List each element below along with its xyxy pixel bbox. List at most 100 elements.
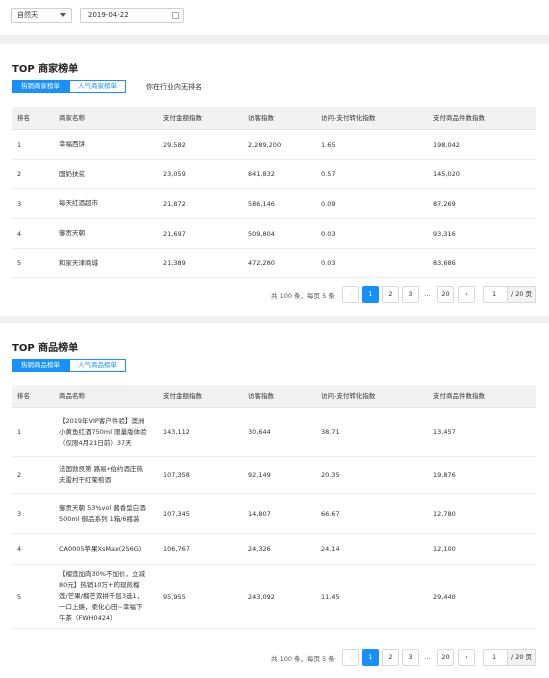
- cell-text: 3: [17, 509, 22, 518]
- page-jump-input[interactable]: 1: [483, 649, 508, 666]
- cell-rank: 1: [17, 408, 21, 456]
- calendar-icon[interactable]: [172, 12, 179, 19]
- column-header-rank: 排名: [17, 392, 30, 400]
- cell-pay-amount: 21,872: [163, 189, 186, 218]
- cell-text: 4: [17, 229, 22, 238]
- cell-text: 4: [17, 545, 22, 553]
- cell-visitors: 24,326: [248, 534, 271, 564]
- cell-item-count: 19,876: [433, 457, 456, 493]
- cell-visitors: 509,804: [248, 219, 275, 248]
- cell-text: 106,767: [163, 545, 190, 553]
- cell-text: 12,780: [433, 509, 456, 518]
- table-row[interactable]: 3 每天红酒超市 21,872 586,146 0.09 87,269: [12, 189, 536, 219]
- cell-rank: 2: [17, 457, 21, 493]
- table-row[interactable]: 4 御贡天朝 21,697 509,804 0.03 93,316: [12, 219, 536, 249]
- column-header-conversion: 访问-支付转化指数: [321, 114, 376, 122]
- cell-name: 幸福西饼: [59, 130, 85, 159]
- cell-item-count: 198,042: [433, 130, 460, 159]
- period-select[interactable]: 自然天: [11, 8, 72, 23]
- cell-text: 145,020: [433, 170, 460, 178]
- cell-name: 法国勃艮第 路易•伯约酒庄热 夫雷村干红葡萄酒: [59, 457, 143, 493]
- cell-text: 30,644: [248, 428, 271, 436]
- table-row[interactable]: 4 CA0005苹果XsMax(256G) 106,767 24,326 24.14 12…: [12, 534, 536, 565]
- period-select-value: 自然天: [17, 11, 38, 19]
- cell-rank: 2: [17, 160, 21, 188]
- cell-text: 11.45: [321, 592, 340, 601]
- table-row[interactable]: 1 幸福西饼 29,582 2,289,200 1.65 198,042: [12, 130, 536, 160]
- cell-text: 0.57: [321, 170, 336, 178]
- cell-visitors: 2,289,200: [248, 130, 281, 159]
- chevron-left-icon[interactable]: ‹: [342, 649, 359, 666]
- cell-name: CA0005苹果XsMax(256G): [59, 534, 141, 564]
- cell-name: 每天红酒超市: [59, 189, 98, 218]
- cell-text: 0.09: [321, 199, 336, 208]
- product-pagination: 共 100 条，每页 5 条 ‹ 1 2 3... 20 › 1/ 20 页: [12, 649, 536, 666]
- tab-hot-merchants[interactable]: 热销商家榜单: [12, 80, 69, 93]
- cell-text: CA0005苹果XsMax(256G): [59, 544, 142, 553]
- cell-pay-amount: 23,059: [163, 160, 186, 188]
- cell-name: 御贡天朝: [59, 219, 85, 248]
- cell-name: 和家天津商城: [59, 249, 98, 277]
- cell-rank: 4: [17, 534, 21, 564]
- page-button-last[interactable]: 20: [437, 649, 454, 666]
- chevron-left-icon[interactable]: ‹: [342, 286, 359, 303]
- page-button-3[interactable]: 3: [402, 286, 419, 303]
- cell-text: 472,280: [248, 259, 275, 267]
- cell-rank: 1: [17, 130, 21, 159]
- pagination-total: 共 100 条，每页 5 条: [271, 655, 335, 663]
- cell-text: 107,358: [163, 471, 190, 479]
- cell-text: 3: [17, 199, 22, 208]
- cell-text: 92,149: [248, 471, 271, 479]
- cell-text: 198,042: [433, 140, 460, 149]
- cell-conversion: 38.71: [321, 408, 340, 456]
- rank-note: 你在行业内无排名: [146, 83, 202, 91]
- table-row[interactable]: 1 【2019年VIP客户件验】澳洲 小黄鱼红酒750ml 限量版体验 （仅限4月…: [12, 408, 536, 457]
- page-button-3[interactable]: 3: [402, 649, 419, 666]
- tab-hot-products[interactable]: 热销商品榜单: [12, 359, 69, 372]
- tab-popular-merchants[interactable]: 人气商家榜单: [69, 80, 126, 93]
- page-button-1[interactable]: 1: [362, 286, 379, 303]
- cell-text: 29,440: [433, 592, 456, 601]
- cell-text: 0.03: [321, 259, 336, 267]
- cell-rank: 5: [17, 565, 21, 628]
- table-row[interactable]: 2 国奶扶贫 23,059 841,832 0.57 145,020: [12, 160, 536, 189]
- date-picker[interactable]: 2019-04-22: [80, 8, 184, 23]
- table-row[interactable]: 2 法国勃艮第 路易•伯约酒庄热 夫雷村干红葡萄酒 107,358 92,149 20.…: [12, 457, 536, 494]
- column-header-item-count: 支付商品件数指数: [433, 114, 485, 122]
- merchant-pagination: 共 100 条，每页 5 条 ‹ 1 2 3... 20 › 1/ 20 页: [12, 286, 536, 303]
- merchant-tabs: 热销商家榜单 人气商家榜单: [12, 80, 126, 93]
- page-button-2[interactable]: 2: [382, 286, 399, 303]
- cell-rank: 5: [17, 249, 21, 277]
- page-button-last[interactable]: 20: [437, 286, 454, 303]
- cell-text: 幸福西饼: [59, 140, 85, 148]
- cell-pay-amount: 29,582: [163, 130, 186, 159]
- cell-pay-amount: 107,345: [163, 494, 190, 533]
- table-row[interactable]: 5 【榴莲加肉30%不加价，立减 80元】热销10万+的现煎榴 莲/芒果/榴芒双拼…: [12, 565, 536, 629]
- cell-text: 2: [17, 471, 22, 479]
- merchant-table: 排名 商家名称 支付金额指数 访客指数 访问-支付转化指数 支付商品件数指数 1 幸福西饼 29…: [12, 107, 536, 278]
- cell-pay-amount: 21,697: [163, 219, 186, 248]
- cell-text: 83,686: [433, 259, 456, 267]
- cell-conversion: 0.57: [321, 160, 335, 188]
- cell-text: 法国勃艮第 路易•伯约酒庄热 夫雷村干红葡萄酒: [59, 465, 143, 484]
- chevron-right-icon[interactable]: ›: [458, 649, 475, 666]
- cell-visitors: 30,644: [248, 408, 271, 456]
- table-row[interactable]: 3 御贡天朝 53%vol 酱香型白酒 500ml 御品系列 1箱/6瓶装 107,…: [12, 494, 536, 534]
- table-row[interactable]: 5 和家天津商城 21,389 472,280 0.03 83,686: [12, 249, 536, 278]
- chevron-right-icon[interactable]: ›: [458, 286, 475, 303]
- table-header: 排名 商品名称 支付金额指数 访客指数 访问-支付转化指数 支付商品件数指数: [12, 385, 536, 408]
- cell-text: 2,289,200: [248, 140, 282, 149]
- tab-popular-products[interactable]: 人气商品榜单: [69, 359, 126, 372]
- page-button-1[interactable]: 1: [362, 649, 379, 666]
- page-button-2[interactable]: 2: [382, 649, 399, 666]
- page-jump-input[interactable]: 1: [483, 286, 508, 303]
- column-header-item-count: 支付商品件数指数: [433, 392, 485, 400]
- cell-text: 143,112: [163, 428, 190, 436]
- table-header: 排名 商家名称 支付金额指数 访客指数 访问-支付转化指数 支付商品件数指数: [12, 107, 536, 130]
- cell-text: 509,804: [248, 229, 275, 238]
- cell-text: 【榴莲加肉30%不加价，立减 80元】热销10万+的现煎榴 莲/芒果/榴芒双拼千…: [59, 570, 145, 622]
- cell-text: 21,389: [163, 259, 186, 267]
- cell-visitors: 92,149: [248, 457, 271, 493]
- page-count-label: / 20 页: [508, 649, 536, 666]
- cell-conversion: 0.03: [321, 249, 335, 277]
